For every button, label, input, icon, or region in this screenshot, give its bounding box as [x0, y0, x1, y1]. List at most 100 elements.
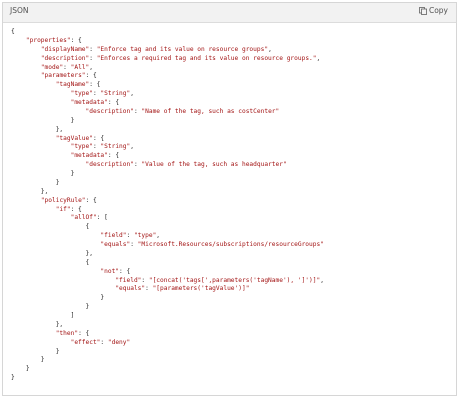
json-punctuation: :: [89, 54, 97, 62]
code-line: "equals": "Microsoft.Resources/subscript…: [11, 241, 324, 250]
copy-button[interactable]: Copy: [419, 6, 448, 15]
json-punctuation: },: [11, 125, 64, 133]
json-punctuation: : {: [85, 196, 97, 204]
json-punctuation: [11, 232, 100, 239]
code-line: }: [11, 179, 324, 188]
json-key: "description": [40, 54, 90, 62]
code-line: "properties": {: [11, 37, 324, 46]
json-key: "then": [55, 329, 79, 337]
code-line: "type": "String",: [11, 143, 324, 152]
json-punctuation: ,: [156, 232, 161, 240]
json-punctuation: }: [11, 374, 15, 382]
json-punctuation: [11, 268, 100, 275]
json-punctuation: : {: [107, 99, 120, 106]
json-punctuation: : {: [119, 267, 131, 275]
json-punctuation: ,: [130, 90, 134, 98]
json-punctuation: : {: [89, 81, 101, 89]
json-punctuation: : {: [85, 72, 97, 80]
json-punctuation: :: [126, 232, 134, 240]
json-punctuation: ,: [89, 63, 93, 71]
json-punctuation: [11, 143, 71, 150]
json-punctuation: }: [11, 294, 105, 302]
json-punctuation: [11, 277, 115, 284]
code-line: "equals": "[parameters('tagValue')]": [11, 285, 324, 294]
json-punctuation: [11, 285, 115, 292]
json-punctuation: ,: [316, 54, 321, 62]
code-line: "description": "Value of the tag, such a…: [11, 161, 324, 170]
json-punctuation: },: [11, 320, 64, 328]
copy-label: Copy: [428, 6, 448, 15]
code-line: "metadata": {: [11, 152, 324, 161]
json-key: "metadata": [70, 99, 108, 106]
code-line: "tagName": {: [11, 81, 324, 90]
json-punctuation: [11, 197, 41, 204]
json-punctuation: ]: [11, 312, 75, 319]
code-line: "allOf": [: [11, 214, 324, 223]
code-line: "mode": "All",: [11, 64, 324, 73]
json-punctuation: },: [11, 187, 49, 195]
json-code: { "properties": { "displayName": "Enforc…: [11, 28, 324, 383]
json-string: "Enforce tag and its value on resource g…: [96, 45, 269, 53]
json-punctuation: :: [141, 276, 149, 284]
code-line: "effect": "deny": [11, 339, 324, 348]
code-block: JSON Copy { "properties": { "displayName…: [2, 2, 457, 396]
json-punctuation: }: [11, 303, 90, 311]
code-line: "metadata": {: [11, 99, 324, 108]
code-line: {: [11, 223, 324, 232]
json-key: "description": [85, 107, 134, 115]
code-line: "description": "Name of the tag, such as…: [11, 108, 324, 117]
json-punctuation: }: [11, 116, 75, 124]
json-punctuation: ,: [320, 276, 324, 284]
code-line: "parameters": {: [11, 72, 324, 81]
code-line: "not": {: [11, 268, 324, 277]
json-key: "metadata": [70, 152, 108, 160]
code-block-header: JSON Copy: [3, 3, 456, 23]
code-line: "tagValue": {: [11, 135, 324, 144]
code-line: "if": {: [11, 206, 324, 215]
code-line: }: [11, 348, 324, 357]
json-string: "String": [100, 90, 131, 98]
json-key: "policyRule": [40, 196, 86, 204]
json-punctuation: [11, 90, 71, 97]
json-punctuation: :: [63, 63, 71, 71]
code-line: "field": "type",: [11, 232, 324, 241]
json-punctuation: }: [11, 347, 60, 355]
json-punctuation: }: [11, 365, 30, 373]
code-line: "policyRule": {: [11, 197, 324, 206]
json-string: "deny": [107, 338, 131, 346]
json-punctuation: }: [11, 178, 60, 186]
json-key: "allOf": [70, 214, 97, 222]
code-line: "field": "[concat('tags[',parameters('ta…: [11, 277, 324, 286]
json-key: "effect": [70, 338, 101, 346]
code-line: },: [11, 188, 324, 197]
json-string: "Name of the tag, such as costCenter": [141, 107, 280, 115]
code-line: }: [11, 294, 324, 303]
json-punctuation: [11, 161, 86, 168]
json-key: "tagValue": [55, 134, 93, 142]
language-label: JSON: [10, 6, 29, 15]
json-punctuation: {: [11, 223, 90, 231]
json-punctuation: [11, 99, 71, 106]
code-line: },: [11, 321, 324, 330]
json-punctuation: :: [100, 338, 108, 346]
json-punctuation: [11, 206, 56, 213]
code-line: ]: [11, 312, 324, 321]
json-punctuation: {: [11, 28, 15, 35]
code-line: },: [11, 126, 324, 135]
json-punctuation: },: [11, 249, 93, 257]
code-line: }: [11, 303, 324, 312]
code-line: "then": {: [11, 330, 324, 339]
code-line: }: [11, 170, 324, 179]
json-punctuation: {: [11, 258, 90, 266]
json-punctuation: : {: [70, 36, 82, 44]
json-punctuation: [11, 135, 56, 142]
json-key: "if": [55, 205, 71, 213]
code-line: },: [11, 250, 324, 259]
code-line: {: [11, 259, 324, 268]
json-punctuation: }: [11, 170, 75, 177]
json-punctuation: [11, 46, 41, 53]
json-key: "tagName": [55, 81, 90, 89]
code-line: }: [11, 374, 324, 383]
copy-icon: [419, 6, 427, 15]
json-punctuation: [11, 64, 41, 71]
